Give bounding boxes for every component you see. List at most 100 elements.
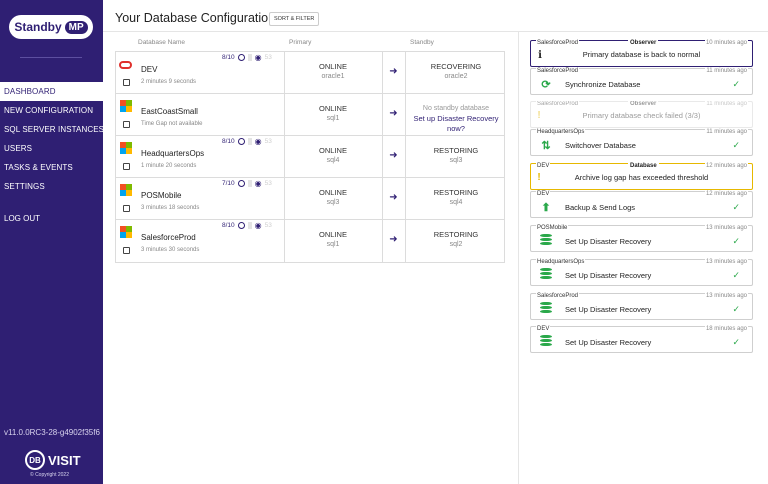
arrow-right-icon: ➜ xyxy=(389,66,398,77)
sidebar-item-dashboard[interactable]: DASHBOARD xyxy=(0,82,103,101)
primary-status: ONLINE xyxy=(319,230,347,239)
check-icon: ✓ xyxy=(732,337,740,347)
standby-cell: RESTORING sql3 xyxy=(406,146,506,166)
arrow-right-icon: ➜ xyxy=(389,192,398,203)
dbvisit-mark: DB xyxy=(25,450,45,470)
primary-cell: ONLINE sql1 xyxy=(284,230,382,250)
primary-status: ONLINE xyxy=(319,62,347,71)
row-checkbox[interactable] xyxy=(123,247,130,254)
database-icon xyxy=(540,302,552,316)
sidebar-item-tasks-events[interactable]: TASKS & EVENTS xyxy=(0,158,103,177)
header-divider xyxy=(103,31,768,32)
primary-cell: ONLINE sql3 xyxy=(284,188,382,208)
eye-icon[interactable]: ◉ xyxy=(255,179,262,188)
stats-count: 53 xyxy=(264,180,272,187)
standby-host: sql2 xyxy=(449,241,463,248)
sql-server-icon xyxy=(120,226,132,238)
event-message: Primary database is back to normal xyxy=(582,50,701,59)
standby-host: sql4 xyxy=(449,199,463,206)
event-card[interactable]: DEV 12 minutes ago ⬆ Backup & Send Logs … xyxy=(530,191,753,218)
event-message: Set Up Disaster Recovery xyxy=(565,237,652,246)
event-message: Switchover Database xyxy=(565,141,636,150)
event-card[interactable]: SalesforceProd Observer 11 minutes ago !… xyxy=(530,101,753,128)
event-message: Set Up Disaster Recovery xyxy=(565,305,652,314)
event-card[interactable]: SalesforceProd 13 minutes ago Set Up Dis… xyxy=(530,293,753,320)
sidebar-nav: DASHBOARD NEW CONFIGURATION SQL SERVER INS… xyxy=(0,82,104,196)
event-source: SalesforceProd xyxy=(536,101,580,107)
eye-icon[interactable]: ◉ xyxy=(255,53,262,62)
table-row[interactable]: DEV 2 minutes 9 seconds 8/10 ◉ 53 ONLINE… xyxy=(116,52,504,94)
check-icon: ✓ xyxy=(732,140,740,150)
row-checkbox[interactable] xyxy=(123,205,130,212)
sort-filter-button[interactable]: SORT & FILTER xyxy=(269,12,320,26)
row-checkbox[interactable] xyxy=(123,163,130,170)
table-row[interactable]: POSMobile 3 minutes 18 seconds 7/10 ◉ 53… xyxy=(116,178,504,220)
health-score: 7/10 xyxy=(222,180,235,187)
event-card[interactable]: SalesforceProd Observer 10 minutes ago i… xyxy=(530,40,753,67)
event-source: SalesforceProd xyxy=(536,293,580,299)
event-source: DEV xyxy=(536,163,551,169)
primary-cell: ONLINE oracle1 xyxy=(284,62,382,82)
event-card[interactable]: DEV 18 minutes ago Set Up Disaster Recov… xyxy=(530,326,753,353)
sql-server-icon xyxy=(120,142,132,154)
database-name: EastCoastSmall xyxy=(141,107,198,116)
standby-mp-logo[interactable]: Standby MP xyxy=(9,15,93,39)
sync-icon: ⟳ xyxy=(541,79,551,91)
event-time: 10 minutes ago xyxy=(704,40,748,46)
sidebar-divider xyxy=(20,57,82,58)
eye-icon[interactable]: ◉ xyxy=(255,137,262,146)
standby-cell: RESTORING sql4 xyxy=(406,188,506,208)
event-card[interactable]: HeadquartersOps 11 minutes ago ⇅ Switcho… xyxy=(530,129,753,156)
event-time: 11 minutes ago xyxy=(705,101,748,107)
sidebar-item-users[interactable]: USERS xyxy=(0,139,103,158)
arrow-right-icon: ➜ xyxy=(389,108,398,119)
event-time: 11 minutes ago xyxy=(705,68,748,74)
health-stats: 7/10 ◉ 53 xyxy=(222,179,272,188)
primary-status: ONLINE xyxy=(319,104,347,113)
row-checkbox[interactable] xyxy=(123,79,130,86)
clock-icon xyxy=(237,180,245,187)
database-name: DEV xyxy=(141,65,158,74)
table-row[interactable]: EastCoastSmall Time Gap not available ON… xyxy=(116,94,504,136)
primary-host: sql4 xyxy=(326,157,340,164)
event-card[interactable]: SalesforceProd 11 minutes ago ⟳ Synchron… xyxy=(530,68,753,95)
sidebar-item-settings[interactable]: SETTINGS xyxy=(0,177,103,196)
event-time: 12 minutes ago xyxy=(704,191,748,197)
row-checkbox[interactable] xyxy=(123,121,130,128)
logout-link[interactable]: LOG OUT xyxy=(4,214,40,223)
sidebar: Standby MP DASHBOARD NEW CONFIGURATION SQL… xyxy=(0,0,104,484)
logo-badge: MP xyxy=(64,20,88,34)
events-divider xyxy=(518,32,519,484)
time-gap: 2 minutes 9 seconds xyxy=(141,79,197,85)
standby-status: RESTORING xyxy=(433,146,479,155)
event-card[interactable]: DEV Database 12 minutes ago ! Archive lo… xyxy=(530,163,753,190)
primary-status: ONLINE xyxy=(319,188,347,197)
health-stats: 8/10 ◉ 53 xyxy=(222,221,272,230)
upload-icon: ⬆ xyxy=(541,202,551,214)
event-kind: Observer xyxy=(628,101,659,107)
check-icon: ✓ xyxy=(732,79,740,89)
standby-host: sql3 xyxy=(449,157,463,164)
event-source: DEV xyxy=(536,326,551,332)
clock-icon xyxy=(237,138,245,145)
primary-host: sql1 xyxy=(326,241,340,248)
sidebar-item-new-configuration[interactable]: NEW CONFIGURATION xyxy=(0,101,103,120)
column-header-primary: Primary xyxy=(289,39,312,46)
bar-icon xyxy=(247,180,252,187)
health-score: 8/10 xyxy=(222,222,235,229)
standby-cell: No standby database Set up Disaster Reco… xyxy=(406,104,506,134)
event-source: POSMobile xyxy=(536,225,569,231)
table-row[interactable]: SalesforceProd 3 minutes 30 seconds 8/10… xyxy=(116,220,504,262)
clock-icon xyxy=(237,222,245,229)
check-icon: ✓ xyxy=(732,236,740,246)
event-time: 12 minutes ago xyxy=(704,163,748,169)
eye-icon[interactable]: ◉ xyxy=(255,221,262,230)
event-card[interactable]: HeadquartersOps 13 minutes ago Set Up Di… xyxy=(530,259,753,286)
primary-status: ONLINE xyxy=(319,146,347,155)
sidebar-item-sql-server-instances[interactable]: SQL SERVER INSTANCES xyxy=(0,120,104,139)
event-source: DEV xyxy=(536,191,551,197)
event-card[interactable]: POSMobile 13 minutes ago Set Up Disaster… xyxy=(530,225,753,252)
health-score: 8/10 xyxy=(222,138,235,145)
table-row[interactable]: HeadquartersOps 1 minute 20 seconds 8/10… xyxy=(116,136,504,178)
setup-dr-link[interactable]: Set up Disaster Recovery now? xyxy=(406,114,506,134)
